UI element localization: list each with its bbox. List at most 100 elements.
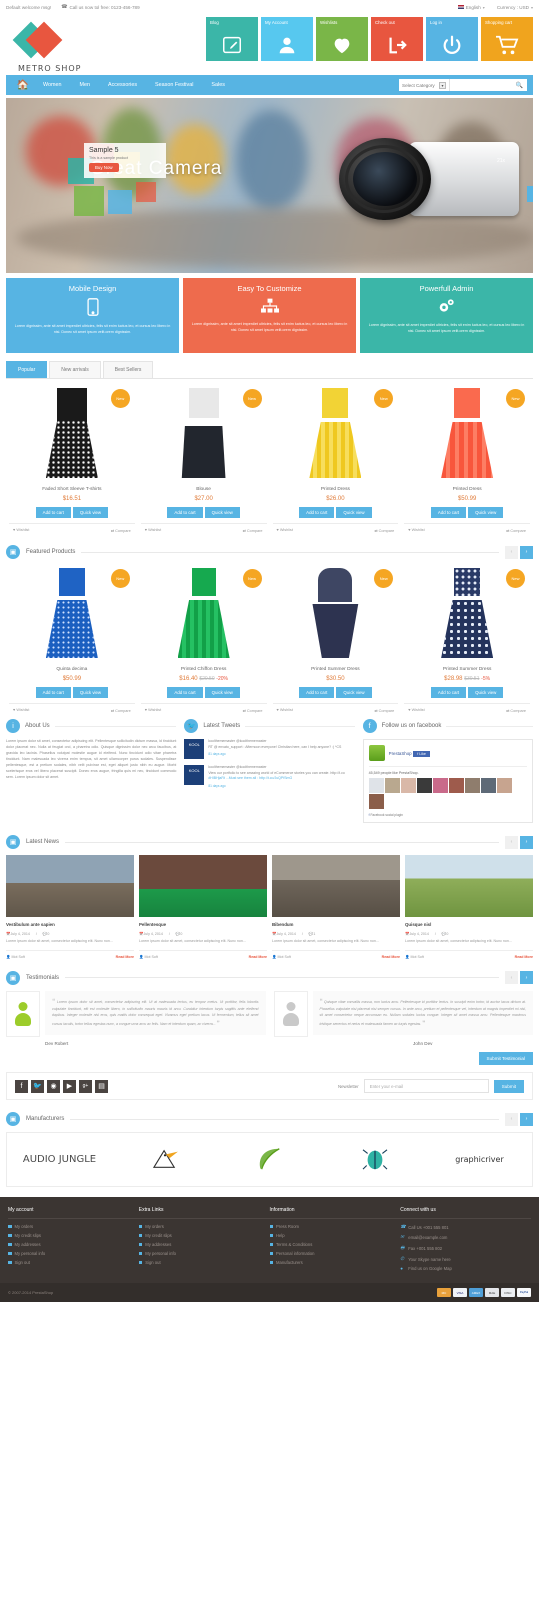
footer-link[interactable]: My addresses (8, 1242, 139, 1247)
twitter-icon[interactable]: 🐦 (31, 1079, 44, 1093)
carousel-next-button[interactable]: › (520, 835, 533, 849)
tile-shopping-cart[interactable]: Shopping cart (481, 17, 533, 61)
compare-link[interactable]: ⇄ Compare (243, 708, 263, 713)
carousel-next-button[interactable]: › (520, 971, 533, 985)
tweet-user[interactable]: koolthememaster (208, 739, 235, 743)
newsletter-input[interactable]: Enter your e-mail (363, 1079, 489, 1093)
news-image[interactable] (6, 855, 134, 917)
slider-next-button[interactable] (527, 185, 533, 202)
product-card[interactable]: New Printed Dress $50.99 Add to cart Qui… (401, 385, 533, 533)
nav-item-accessories[interactable]: Accessories (99, 82, 146, 88)
footer-link[interactable]: Help (269, 1233, 401, 1238)
product-card[interactable]: New Printed Chiffon Dress $16.40 $20.50 … (138, 565, 270, 713)
quick-view-button[interactable]: Quick view (336, 687, 372, 698)
contact-map[interactable]: ● Find us on Google Map (400, 1266, 531, 1271)
quick-view-button[interactable]: Quick view (336, 507, 372, 518)
add-to-cart-button[interactable]: Add to cart (167, 507, 203, 518)
compare-link[interactable]: ⇄ Compare (111, 708, 131, 713)
quick-view-button[interactable]: Quick view (204, 507, 240, 518)
footer-link[interactable]: Sign out (138, 1260, 270, 1265)
google-plus-icon[interactable]: g+ (79, 1079, 92, 1093)
carousel-next-button[interactable]: › (520, 545, 533, 559)
tweet-item[interactable]: KOOL koolthememaster @koolthememaster RT… (184, 739, 354, 759)
manufacturer-logo-eagle[interactable] (125, 1143, 205, 1177)
news-card[interactable]: Quisque nisl 📅July 4, 2014 / 💬0 Lorem ip… (405, 855, 533, 959)
product-name[interactable]: Blouse (141, 487, 267, 492)
nav-item-women[interactable]: Women (34, 82, 70, 88)
contact-phone[interactable]: ☎ Call Us +001 555 801 (400, 1224, 531, 1230)
compare-link[interactable]: ⇄ Compare (243, 528, 263, 533)
compare-link[interactable]: ⇄ Compare (506, 528, 526, 533)
hero-slider[interactable]: Great Camera 21x Sample 5 This is a samp… (6, 98, 533, 273)
news-title[interactable]: Quisque nisl (405, 922, 533, 927)
read-more-link[interactable]: Read More (515, 955, 533, 959)
product-name[interactable]: Printed Dress (404, 487, 530, 492)
footer-link[interactable]: My credit slips (138, 1233, 270, 1238)
contact-fax[interactable]: 🖶 Fax +001 555 802 (400, 1244, 531, 1252)
search-input[interactable]: 🔍 (449, 79, 527, 91)
facebook-like-button[interactable]: f Like (413, 751, 430, 757)
footer-link[interactable]: Terms & Conditions (269, 1242, 401, 1247)
add-to-cart-button[interactable]: Add to cart (430, 507, 467, 518)
carousel-prev-button[interactable]: ‹ (505, 971, 518, 985)
home-icon[interactable]: 🏠 (12, 80, 34, 91)
add-to-cart-button[interactable]: Add to cart (430, 687, 467, 698)
wishlist-link[interactable]: ♥ Wishlist (145, 708, 161, 713)
read-more-link[interactable]: Read More (116, 955, 134, 959)
tweet-handle[interactable]: @koolthememaster (236, 765, 266, 769)
tile-log-in[interactable]: Log in (426, 17, 478, 61)
tile-my-account[interactable]: My Account (261, 17, 313, 61)
wishlist-link[interactable]: ♥ Wishlist (277, 708, 293, 713)
product-card[interactable]: New Blouse $27.00 Add to cart Quick view… (138, 385, 270, 533)
nav-item-men[interactable]: Men (70, 82, 99, 88)
wishlist-link[interactable]: ♥ Wishlist (408, 528, 424, 533)
footer-link[interactable]: Manufacturers (269, 1260, 401, 1265)
news-title[interactable]: Bibendum (272, 922, 400, 927)
product-card[interactable]: New Printed Summer Dress $30.50 Add to c… (270, 565, 402, 713)
contact-skype[interactable]: ✆ Your Skype name here (400, 1256, 531, 1262)
nav-item-sales[interactable]: Sales (202, 82, 234, 88)
footer-link[interactable]: My personal info (8, 1251, 139, 1256)
logo[interactable]: METRO SHOP (6, 16, 156, 73)
tile-check-out[interactable]: Check out (371, 17, 423, 61)
footer-link[interactable]: Press Room (269, 1224, 401, 1229)
news-card[interactable]: Bibendum 📅July 4, 2014 / 💬1 Lorem ipsum … (272, 855, 400, 959)
wishlist-link[interactable]: ♥ Wishlist (13, 708, 29, 713)
news-image[interactable] (272, 855, 400, 917)
tile-blog[interactable]: Blog (206, 17, 258, 61)
quick-view-button[interactable]: Quick view (204, 687, 240, 698)
product-name[interactable]: Printed Summer Dress (404, 667, 530, 672)
carousel-next-button[interactable]: › (520, 1112, 533, 1126)
product-name[interactable]: Printed Dress (273, 487, 399, 492)
wishlist-link[interactable]: ♥ Wishlist (145, 528, 161, 533)
add-to-cart-button[interactable]: Add to cart (167, 687, 203, 698)
news-card[interactable]: Vestibulum ante sapien 📅July 4, 2014 / 💬… (6, 855, 134, 959)
read-more-link[interactable]: Read More (382, 955, 400, 959)
tweet-link[interactable]: #HIBHjaRt ...Must see them all : http://… (208, 776, 345, 782)
read-more-link[interactable]: Read More (249, 955, 267, 959)
footer-link[interactable]: Personal information (269, 1251, 401, 1256)
carousel-prev-button[interactable]: ‹ (505, 1112, 518, 1126)
contact-email[interactable]: ✉ email@example.com (400, 1234, 531, 1240)
currency-selector[interactable]: Currency : USD ▾ (497, 5, 533, 10)
news-image[interactable] (139, 855, 267, 917)
add-to-cart-button[interactable]: Add to cart (299, 687, 335, 698)
tweet-handle[interactable]: @koolthememaster (236, 739, 266, 743)
add-to-cart-button[interactable]: Add to cart (35, 507, 71, 518)
product-card[interactable]: New Quinta decima $50.99 Add to cart Qui… (6, 565, 138, 713)
tile-wishlists[interactable]: Wishlists (316, 17, 368, 61)
manufacturer-logo-audiojungle[interactable]: AUDIO JUNGLE (20, 1143, 100, 1177)
category-select[interactable]: Select Category ▾ (399, 79, 449, 91)
product-name[interactable]: Printed Chiffon Dress (141, 667, 267, 672)
tweet-item[interactable]: KOOL koolthememaster @koolthememaster Vi… (184, 765, 354, 789)
carousel-prev-button[interactable]: ‹ (505, 835, 518, 849)
wishlist-link[interactable]: ♥ Wishlist (13, 528, 29, 533)
product-card[interactable]: New Faded Short Sleeve T-shirts $16.51 A… (6, 385, 138, 533)
product-name[interactable]: Quinta decima (9, 667, 135, 672)
carousel-prev-button[interactable]: ‹ (505, 545, 518, 559)
footer-link[interactable]: My credit slips (8, 1233, 139, 1238)
buy-now-button[interactable]: Buy Now (89, 163, 119, 172)
news-card[interactable]: Pellentesque 📅July 4, 2014 / 💬0 Lorem ip… (139, 855, 267, 959)
compare-link[interactable]: ⇄ Compare (374, 708, 394, 713)
news-title[interactable]: Vestibulum ante sapien (6, 922, 134, 927)
